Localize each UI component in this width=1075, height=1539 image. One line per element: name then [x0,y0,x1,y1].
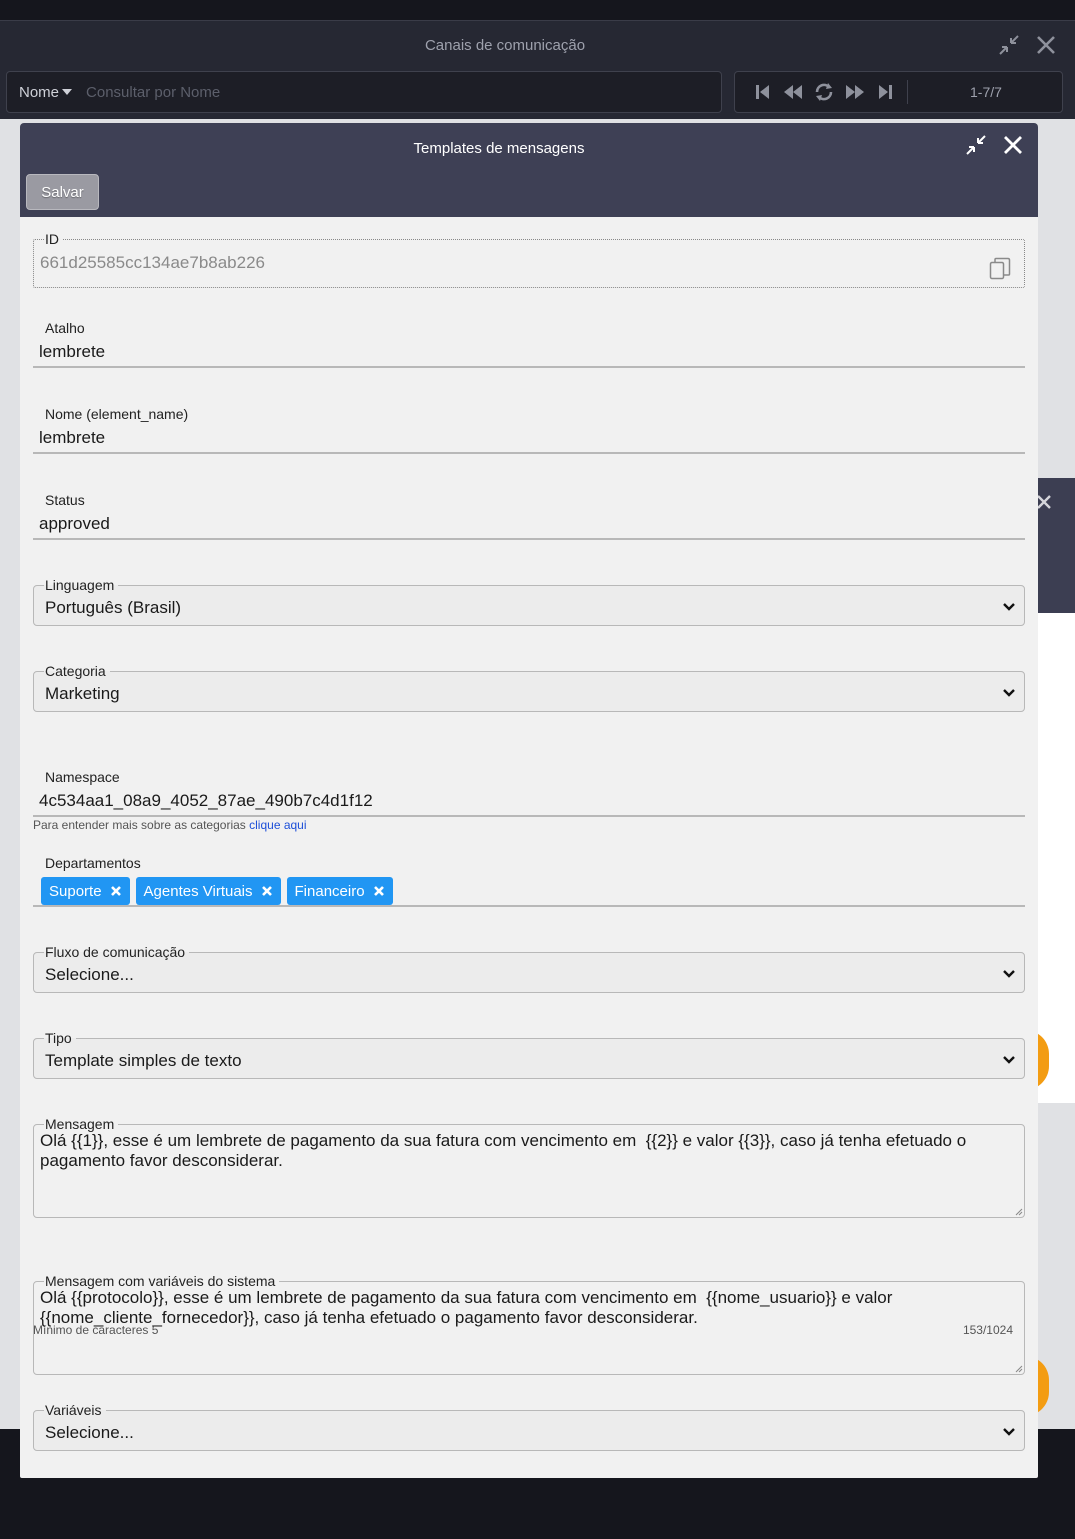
linguagem-select[interactable]: Linguagem Português (Brasil) [33,578,1025,626]
namespace-value: 4c534aa1_08a9_4052_87ae_490b7c4d1f12 [39,791,373,810]
tipo-value: Template simples de texto [45,1051,242,1070]
variaveis-value: Selecione... [45,1423,134,1442]
pager: 1-7/7 [734,71,1063,113]
minimize-icon[interactable] [964,133,988,162]
atalho-value: lembrete [39,342,106,361]
id-field: ID 661d25585cc134ae7b8ab226 [33,232,1025,288]
chip-remove-icon[interactable] [373,885,385,897]
save-button[interactable]: Salvar [26,174,99,210]
copy-icon[interactable] [989,257,1011,286]
mensagem-sistema-value: Olá {{protocolo}}, esse é um lembrete de… [40,1288,898,1327]
variaveis-select[interactable]: Variáveis Selecione... [33,1403,1025,1451]
close-icon[interactable] [1002,134,1024,161]
resize-handle-icon[interactable] [1013,1206,1023,1216]
chevron-down-icon [1003,689,1015,697]
first-page-icon[interactable] [753,82,773,102]
status-field[interactable]: Status approved [33,492,1025,540]
pager-count: 1-7/7 [970,84,1002,100]
namespace-field[interactable]: Namespace 4c534aa1_08a9_4052_87ae_490b7c… [33,769,1025,817]
id-label: ID [45,231,59,247]
variaveis-label: Variáveis [45,1402,102,1418]
categoria-select[interactable]: Categoria Marketing [33,664,1025,712]
close-icon[interactable] [1036,494,1052,515]
mensagem-value: Olá {{1}}, esse é um lembrete de pagamen… [40,1131,971,1170]
modal-title: Templates de mensagens [413,140,585,157]
chip-suporte: Suporte [41,877,130,905]
namespace-label: Namespace [45,769,120,785]
background-window-title: Canais de comunicação [424,37,586,54]
refresh-icon[interactable] [813,81,835,103]
chevron-down-icon [1003,1056,1015,1064]
linguagem-value: Português (Brasil) [45,598,182,617]
rewind-icon[interactable] [782,82,804,102]
mensagem-textarea[interactable]: Mensagem Olá {{1}}, esse é um lembrete d… [33,1117,1025,1218]
search-input[interactable]: Consultar por Nome [86,84,220,101]
close-icon[interactable] [1035,34,1057,56]
atalho-label: Atalho [45,320,85,336]
modal-header: Templates de mensagens Salvar [20,123,1038,217]
id-value: 661d25585cc134ae7b8ab226 [40,253,266,272]
chevron-down-icon [1003,970,1015,978]
atalho-field[interactable]: Atalho lembrete [33,320,1025,368]
templates-modal: Templates de mensagens Salvar ID 661d255… [20,123,1038,1478]
departamentos-field[interactable]: Departamentos Suporte Agentes Virtuais F… [33,855,1025,907]
mensagem-sistema-textarea[interactable]: Mensagem com variáveis do sistema Olá {{… [33,1274,1025,1375]
search-field-selector[interactable]: Nome [19,84,73,101]
caret-down-icon [62,89,73,95]
last-page-icon[interactable] [875,82,895,102]
mensagem-sistema-label: Mensagem com variáveis do sistema [45,1273,276,1289]
resize-handle-icon[interactable] [1013,1363,1023,1373]
fast-forward-icon[interactable] [844,82,866,102]
departamentos-chips: Suporte Agentes Virtuais Financeiro [41,877,1025,905]
mensagem-label: Mensagem [45,1116,115,1132]
search-bar: Nome Consultar por Nome [6,71,722,113]
chevron-down-icon [1003,1428,1015,1436]
linguagem-label: Linguagem [45,577,115,593]
categoria-help-link[interactable]: clique aqui [249,818,306,832]
nome-value: lembrete [39,428,106,447]
status-label: Status [45,492,85,508]
fluxo-label: Fluxo de comunicação [45,944,186,960]
chip-financeiro: Financeiro [286,877,393,905]
status-value: approved [39,514,110,533]
categoria-label: Categoria [45,663,106,679]
fluxo-value: Selecione... [45,965,134,984]
tipo-select[interactable]: Tipo Template simples de texto [33,1031,1025,1079]
chip-agentes-virtuais: Agentes Virtuais [135,877,281,905]
minimize-icon[interactable] [997,33,1021,57]
chevron-down-icon [1003,603,1015,611]
background-window-controls [997,33,1057,57]
nome-label: Nome (element_name) [45,406,189,422]
tipo-label: Tipo [45,1030,72,1046]
nome-field[interactable]: Nome (element_name) lembrete [33,406,1025,454]
fluxo-select[interactable]: Fluxo de comunicação Selecione... [33,945,1025,993]
pager-divider [907,80,908,104]
chip-remove-icon[interactable] [110,885,122,897]
categoria-help: Para entender mais sobre as categorias c… [33,818,307,832]
departamentos-label: Departamentos [45,855,141,871]
categoria-value: Marketing [45,684,120,703]
chip-remove-icon[interactable] [261,885,273,897]
modal-controls [964,133,1024,162]
